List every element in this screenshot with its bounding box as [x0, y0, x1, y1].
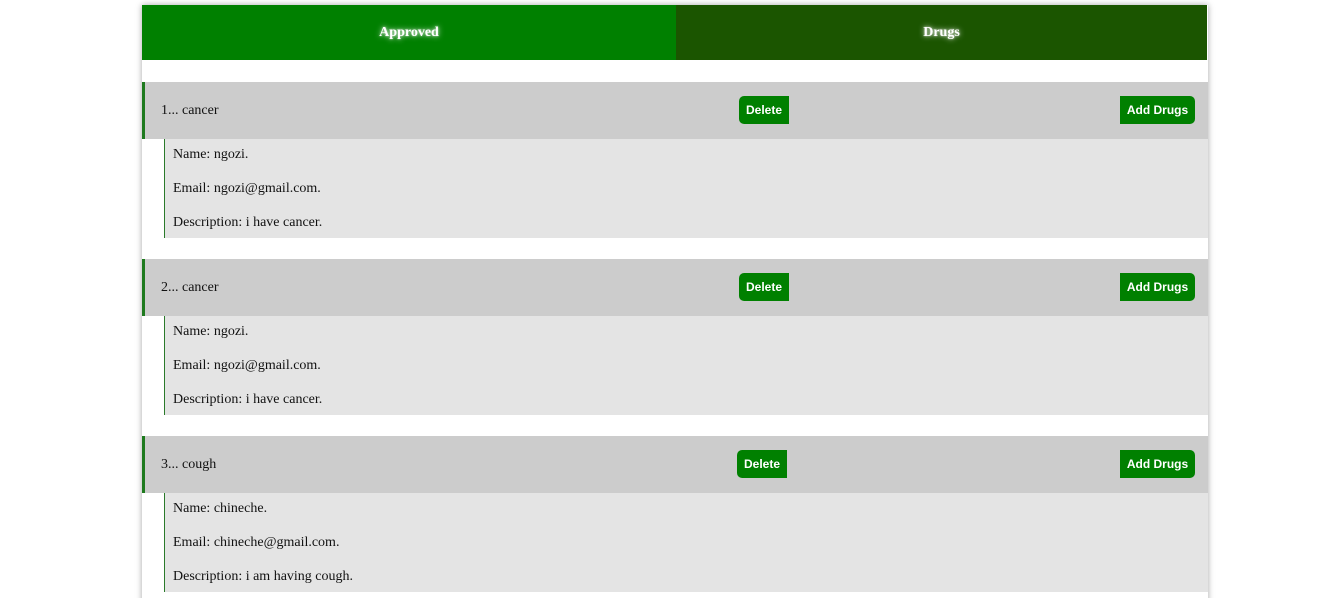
delete-button[interactable]: Delete — [739, 273, 789, 301]
entry-header[interactable]: 2... cancer Delete Add Drugs — [142, 259, 1208, 316]
entry-header[interactable]: 3... cough Delete Add Drugs — [142, 436, 1208, 493]
list-item: 1... cancer Delete Add Drugs Name: ngozi… — [142, 82, 1208, 238]
request-list: 1... cancer Delete Add Drugs Name: ngozi… — [142, 82, 1208, 592]
entry-details: Name: ngozi. Email: ngozi@gmail.com. Des… — [164, 316, 1208, 415]
tab-drugs[interactable]: Drugs — [676, 5, 1207, 60]
entry-title: 2... cancer — [161, 280, 219, 295]
entry-title: 1... cancer — [161, 103, 219, 118]
add-drugs-button[interactable]: Add Drugs — [1120, 273, 1195, 301]
entry-description: Description: i have cancer. — [173, 392, 323, 407]
delete-button[interactable]: Delete — [737, 450, 787, 478]
add-drugs-button[interactable]: Add Drugs — [1120, 96, 1195, 124]
main-panel: Approved Drugs 1... cancer Delete Add Dr… — [142, 5, 1208, 598]
entry-email: Email: ngozi@gmail.com. — [173, 181, 321, 196]
entry-description: Description: i am having cough. — [173, 569, 354, 584]
entry-title: 3... cough — [161, 457, 217, 472]
entry-header[interactable]: 1... cancer Delete Add Drugs — [142, 82, 1208, 139]
add-drugs-button[interactable]: Add Drugs — [1120, 450, 1195, 478]
delete-button[interactable]: Delete — [739, 96, 789, 124]
entry-details: Name: ngozi. Email: ngozi@gmail.com. Des… — [164, 139, 1208, 238]
tab-approved[interactable]: Approved — [142, 5, 676, 60]
entry-details: Name: chineche. Email: chineche@gmail.co… — [164, 493, 1208, 592]
entry-email: Email: chineche@gmail.com. — [173, 535, 340, 550]
entry-email: Email: ngozi@gmail.com. — [173, 358, 321, 373]
list-item: 2... cancer Delete Add Drugs Name: ngozi… — [142, 259, 1208, 415]
entry-name: Name: chineche. — [173, 501, 268, 516]
entry-name: Name: ngozi. — [173, 324, 249, 339]
entry-description: Description: i have cancer. — [173, 215, 323, 230]
list-item: 3... cough Delete Add Drugs Name: chinec… — [142, 436, 1208, 592]
entry-name: Name: ngozi. — [173, 147, 249, 162]
tab-bar: Approved Drugs — [142, 5, 1208, 60]
